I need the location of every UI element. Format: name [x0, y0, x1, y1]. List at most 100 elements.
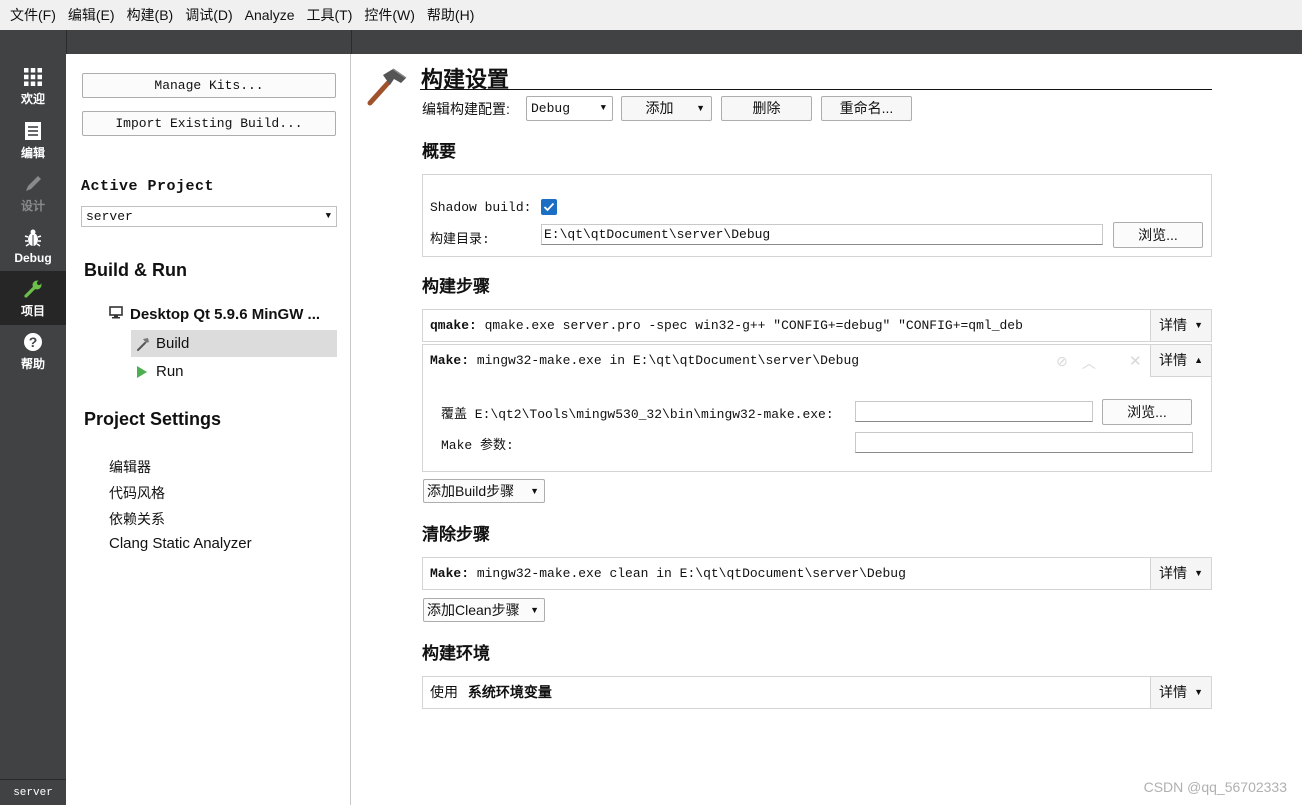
- add-clean-step-button[interactable]: 添加Clean步骤 ▼: [423, 598, 545, 622]
- project-navigation-panel: Manage Kits... Import Existing Build... …: [67, 54, 351, 805]
- build-config-value: Debug: [531, 101, 571, 116]
- browse-build-dir-button[interactable]: 浏览...: [1113, 222, 1203, 248]
- active-project-label: Active Project: [81, 178, 215, 195]
- build-run-heading: Build & Run: [84, 260, 187, 280]
- build-dir-label: 构建目录:: [430, 232, 490, 247]
- qmake-step-prefix: qmake:: [430, 318, 477, 333]
- project-settings-heading: Project Settings: [84, 409, 222, 429]
- dropdown-arrow-icon: ▼: [530, 605, 539, 615]
- clean-details-button[interactable]: 详情 ▼: [1150, 558, 1211, 589]
- settings-item-dependencies[interactable]: 依赖关系: [109, 509, 165, 529]
- pencil-icon: [23, 173, 43, 195]
- mode-welcome[interactable]: 欢迎: [0, 59, 66, 113]
- grid-icon: [23, 66, 43, 88]
- environment-details-button[interactable]: 详情 ▼: [1150, 677, 1211, 708]
- mode-edit[interactable]: 编辑: [0, 113, 66, 167]
- divider: [351, 30, 352, 54]
- override-make-field[interactable]: [855, 401, 1093, 422]
- dropdown-arrow-icon: ▼: [600, 103, 606, 113]
- wrench-icon: [23, 278, 43, 300]
- dropdown-arrow-icon: ▼: [1194, 687, 1203, 697]
- settings-item-editor[interactable]: 编辑器: [109, 457, 151, 477]
- make-details-button[interactable]: 详情 ▲: [1150, 345, 1211, 377]
- watermark: CSDN @qq_56702333: [1143, 779, 1287, 795]
- dropdown-arrow-icon: ▼: [325, 211, 331, 221]
- details-label: 详情: [1159, 684, 1187, 700]
- hammer-icon: [366, 66, 408, 109]
- menu-file[interactable]: 文件(F): [4, 0, 62, 30]
- settings-item-code-style[interactable]: 代码风格: [109, 483, 165, 503]
- make-args-field[interactable]: [855, 432, 1193, 453]
- nav-item-run-label: Run: [156, 363, 184, 380]
- make-step-prefix: Make:: [430, 353, 470, 368]
- edit-config-label: 编辑构建配置:: [422, 101, 510, 117]
- clean-step-summary: Make: mingw32-make.exe clean in E:\qt\qt…: [430, 558, 1142, 589]
- clean-step-row: Make: mingw32-make.exe clean in E:\qt\qt…: [422, 557, 1212, 590]
- rename-config-button[interactable]: 重命名...: [821, 96, 912, 121]
- menu-debug[interactable]: 调试(D): [179, 0, 238, 30]
- menu-bar: 文件(F) 编辑(E) 构建(B) 调试(D) Analyze 工具(T) 控件…: [0, 0, 1302, 30]
- import-existing-build-button[interactable]: Import Existing Build...: [82, 111, 336, 136]
- svg-text:?: ?: [29, 334, 38, 350]
- make-step-command: mingw32-make.exe in E:\qt\qtDocument\ser…: [476, 353, 860, 368]
- mode-bar: 欢迎 编辑 设计 Debug 项目 ? 帮助 server: [0, 54, 66, 805]
- mode-label: 帮助: [20, 356, 45, 371]
- overview-heading: 概要: [422, 142, 456, 161]
- kit-item[interactable]: Desktop Qt 5.9.6 MinGW ...: [109, 306, 320, 323]
- mode-label: Debug: [14, 251, 52, 265]
- build-steps-heading: 构建步骤: [422, 277, 490, 296]
- make-step-panel: Make: mingw32-make.exe in E:\qt\qtDocume…: [422, 344, 1212, 472]
- env-use-label: 使用: [430, 684, 458, 700]
- menu-tools[interactable]: 工具(T): [300, 0, 358, 30]
- delete-config-button[interactable]: 删除: [721, 96, 812, 121]
- hammer-icon: [136, 337, 156, 351]
- nav-item-run[interactable]: Run: [131, 358, 337, 385]
- settings-item-clang-analyzer[interactable]: Clang Static Analyzer: [109, 535, 252, 552]
- shadow-build-checkbox[interactable]: [541, 199, 557, 218]
- mode-projects[interactable]: 项目: [0, 271, 66, 325]
- make-args-label: Make 参数:: [441, 438, 514, 453]
- divider: [66, 30, 67, 54]
- nav-item-build[interactable]: Build: [131, 330, 337, 357]
- build-dir-field[interactable]: E:\qt\qtDocument\server\Debug: [541, 224, 1103, 245]
- qmake-details-button[interactable]: 详情 ▼: [1150, 310, 1211, 341]
- clean-steps-heading: 清除步骤: [422, 525, 490, 544]
- add-build-step-button[interactable]: 添加Build步骤 ▼: [423, 479, 545, 503]
- manage-kits-button[interactable]: Manage Kits...: [82, 73, 336, 98]
- help-icon: ?: [23, 331, 43, 353]
- add-config-button[interactable]: 添加 ▼: [621, 96, 712, 121]
- menu-help[interactable]: 帮助(H): [421, 0, 480, 30]
- target-selector[interactable]: server: [0, 779, 66, 805]
- dropdown-arrow-icon: ▼: [530, 486, 539, 496]
- nav-item-build-label: Build: [156, 335, 190, 352]
- build-environment-heading: 构建环境: [422, 644, 490, 663]
- build-environment-summary: 使用 系统环境变量: [430, 677, 1142, 708]
- mode-label: 编辑: [20, 145, 45, 160]
- remove-step-icon[interactable]: ✕: [1129, 352, 1142, 370]
- menu-analyze[interactable]: Analyze: [239, 0, 301, 30]
- clean-step-command: mingw32-make.exe clean in E:\qt\qtDocume…: [476, 566, 906, 581]
- menu-build[interactable]: 构建(B): [121, 0, 180, 30]
- document-icon: [24, 120, 42, 142]
- kit-name: Desktop Qt 5.9.6 MinGW ...: [130, 306, 321, 323]
- browse-make-button[interactable]: 浏览...: [1102, 399, 1192, 425]
- menu-widgets[interactable]: 控件(W): [358, 0, 421, 30]
- details-label: 详情: [1159, 565, 1187, 581]
- disable-step-icon[interactable]: ⊘: [1056, 353, 1068, 370]
- title-divider: [420, 89, 1212, 90]
- dropdown-arrow-icon: ▼: [696, 103, 705, 113]
- qmake-step-row: qmake: qmake.exe server.pro -spec win32-…: [422, 309, 1212, 342]
- details-label: 详情: [1159, 352, 1187, 368]
- move-up-icon[interactable]: ︿: [1082, 353, 1096, 373]
- active-project-combo[interactable]: server ▼: [81, 206, 337, 227]
- details-label: 详情: [1159, 317, 1187, 333]
- mode-design[interactable]: 设计: [0, 166, 66, 220]
- top-toolbar-strip: [0, 30, 1302, 54]
- mode-label: 欢迎: [20, 91, 45, 106]
- build-config-combo[interactable]: Debug ▼: [526, 96, 613, 121]
- env-value: 系统环境变量: [467, 684, 552, 700]
- menu-edit[interactable]: 编辑(E): [62, 0, 121, 30]
- mode-help[interactable]: ? 帮助: [0, 324, 66, 378]
- build-settings-page: 构建设置 编辑构建配置: Debug ▼ 添加 ▼ 删除 重命名... 概要 S…: [352, 54, 1302, 805]
- mode-debug[interactable]: Debug: [0, 219, 66, 273]
